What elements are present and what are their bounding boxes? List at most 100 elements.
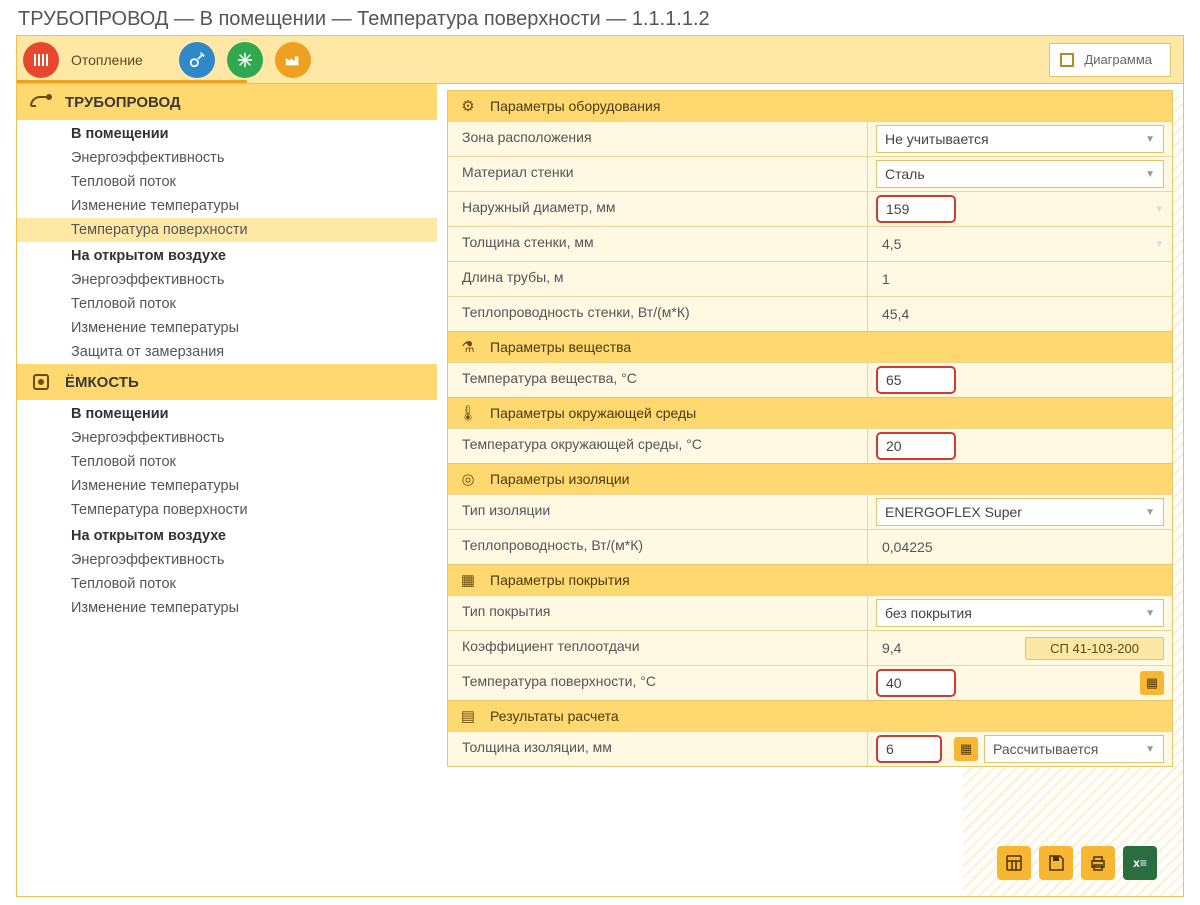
row-material: Материал стенки Сталь▼ bbox=[448, 156, 1172, 191]
tank-icon bbox=[27, 371, 55, 393]
group-indoor-2[interactable]: В помещении bbox=[17, 400, 437, 426]
sliders-icon: ⚙ bbox=[458, 97, 478, 115]
row-cover-type: Тип покрытия без покрытия▼ bbox=[448, 595, 1172, 630]
item-efficiency-4[interactable]: Энергоэффективность bbox=[17, 548, 437, 572]
group-outdoor-1[interactable]: На открытом воздухе bbox=[17, 242, 437, 268]
section-environment-label: Параметры окружающей среды bbox=[490, 405, 696, 421]
cat-pipeline[interactable]: ТРУБОПРОВОД bbox=[17, 84, 437, 120]
row-heat-transfer: Коэффициент теплоотдачи 9,4 СП 41-103-20… bbox=[448, 630, 1172, 665]
save-button[interactable] bbox=[1039, 846, 1073, 880]
label-surface-temp: Температура поверхности, °С bbox=[448, 666, 868, 700]
label-insul-type: Тип изоляции bbox=[448, 495, 868, 529]
item-tempchange-1[interactable]: Изменение температуры bbox=[17, 194, 437, 218]
item-heatflow-2[interactable]: Тепловой поток bbox=[17, 292, 437, 316]
tab-heating-icon[interactable] bbox=[23, 42, 59, 78]
value-wall-conductivity: 45,4 bbox=[868, 297, 1172, 331]
sidebar: ТРУБОПРОВОД В помещении Энергоэффективно… bbox=[17, 84, 437, 896]
section-results-label: Результаты расчета bbox=[490, 708, 619, 724]
page-title: ТРУБОПРОВОД — В помещении — Температура … bbox=[0, 0, 1200, 35]
calculate-button[interactable] bbox=[997, 846, 1031, 880]
section-equipment-label: Параметры оборудования bbox=[490, 98, 660, 114]
label-env-temp: Температура окружающей среды, °С bbox=[448, 429, 868, 463]
diagram-toggle[interactable]: Диаграмма bbox=[1049, 43, 1171, 77]
value-heat-transfer: 9,4 СП 41-103-200 bbox=[868, 631, 1172, 665]
diagram-checkbox[interactable] bbox=[1060, 53, 1074, 67]
thermometer-icon: 🌡 bbox=[458, 404, 478, 422]
app-frame: Отопление Диаграмма ТРУБОПРОВОД В bbox=[16, 35, 1184, 897]
item-heatflow-4[interactable]: Тепловой поток bbox=[17, 572, 437, 596]
item-heatflow-1[interactable]: Тепловой поток bbox=[17, 170, 437, 194]
export-excel-button[interactable]: x≡ bbox=[1123, 846, 1157, 880]
item-tempchange-2[interactable]: Изменение температуры bbox=[17, 316, 437, 340]
item-efficiency-1[interactable]: Энергоэффективность bbox=[17, 146, 437, 170]
label-wall-conductivity: Теплопроводность стенки, Вт/(м*К) bbox=[448, 297, 868, 331]
group-outdoor-2[interactable]: На открытом воздухе bbox=[17, 522, 437, 548]
item-heatflow-3[interactable]: Тепловой поток bbox=[17, 450, 437, 474]
label-heat-transfer: Коэффициент теплоотдачи bbox=[448, 631, 868, 665]
tab-cooling-icon[interactable] bbox=[227, 42, 263, 78]
input-subst-temp[interactable]: 65 bbox=[876, 366, 956, 394]
item-tempchange-4[interactable]: Изменение температуры bbox=[17, 596, 437, 620]
label-material: Материал стенки bbox=[448, 157, 868, 191]
item-freeze-1[interactable]: Защита от замерзания bbox=[17, 340, 437, 364]
label-length: Длина трубы, м bbox=[448, 262, 868, 296]
value-insul-cond: 0,04225 bbox=[868, 530, 1172, 564]
row-subst-temp: Температура вещества, °С 65 bbox=[448, 362, 1172, 397]
select-cover-type[interactable]: без покрытия▼ bbox=[876, 599, 1164, 627]
row-surface-temp: Температура поверхности, °С 40 ▦ bbox=[448, 665, 1172, 700]
property-grid: ⚙ Параметры оборудования Зона расположен… bbox=[447, 90, 1173, 767]
value-length[interactable]: 1 bbox=[868, 262, 1172, 296]
input-env-temp[interactable]: 20 bbox=[876, 432, 956, 460]
layers-icon: ▦ bbox=[458, 571, 478, 589]
label-insul-cond: Теплопроводность, Вт/(м*К) bbox=[448, 530, 868, 564]
select-zone[interactable]: Не учитывается▼ bbox=[876, 125, 1164, 153]
print-button[interactable] bbox=[1081, 846, 1115, 880]
tab-water-icon[interactable] bbox=[179, 42, 215, 78]
label-wall-thickness: Толщина стенки, мм bbox=[448, 227, 868, 261]
value-wall-thickness: 4,5▼ bbox=[868, 227, 1172, 261]
diagram-label: Диаграмма bbox=[1084, 52, 1152, 67]
cat-tank[interactable]: ЁМКОСТЬ bbox=[17, 364, 437, 400]
input-surface-temp[interactable]: 40 bbox=[876, 669, 956, 697]
item-efficiency-2[interactable]: Энергоэффективность bbox=[17, 268, 437, 292]
select-material[interactable]: Сталь▼ bbox=[876, 160, 1164, 188]
section-substance: ⚗ Параметры вещества bbox=[448, 331, 1172, 362]
toolbar: Отопление Диаграмма bbox=[17, 36, 1183, 84]
group-indoor-1[interactable]: В помещении bbox=[17, 120, 437, 146]
row-env-temp: Температура окружающей среды, °С 20 bbox=[448, 428, 1172, 463]
select-calc-mode[interactable]: Рассчитывается▼ bbox=[984, 735, 1164, 763]
section-insulation-label: Параметры изоляции bbox=[490, 471, 630, 487]
row-zone: Зона расположения Не учитывается▼ bbox=[448, 121, 1172, 156]
item-surfacetemp-1[interactable]: Температура поверхности bbox=[17, 218, 437, 242]
table-icon: ▤ bbox=[458, 707, 478, 725]
row-insul-type: Тип изоляции ENERGOFLEX Super▼ bbox=[448, 494, 1172, 529]
calc-small-icon[interactable]: ▦ bbox=[954, 737, 978, 761]
item-surfacetemp-2[interactable]: Температура поверхности bbox=[17, 498, 437, 522]
row-length: Длина трубы, м 1 bbox=[448, 261, 1172, 296]
section-equipment: ⚙ Параметры оборудования bbox=[448, 91, 1172, 121]
row-wall-thickness: Толщина стенки, мм 4,5▼ bbox=[448, 226, 1172, 261]
item-efficiency-3[interactable]: Энергоэффективность bbox=[17, 426, 437, 450]
cat-pipeline-label: ТРУБОПРОВОД bbox=[65, 94, 181, 111]
select-insul-type[interactable]: ENERGOFLEX Super▼ bbox=[876, 498, 1164, 526]
section-results: ▤ Результаты расчета bbox=[448, 700, 1172, 731]
item-tempchange-3[interactable]: Изменение температуры bbox=[17, 474, 437, 498]
tab-industry-icon[interactable] bbox=[275, 42, 311, 78]
input-insul-thickness[interactable]: 6 bbox=[876, 735, 942, 763]
section-cover-label: Параметры покрытия bbox=[490, 572, 630, 588]
label-diameter: Наружный диаметр, мм bbox=[448, 192, 868, 226]
row-wall-conductivity: Теплопроводность стенки, Вт/(м*К) 45,4 bbox=[448, 296, 1172, 331]
main-panel: ⚙ Параметры оборудования Зона расположен… bbox=[437, 84, 1183, 896]
pipeline-icon bbox=[27, 91, 55, 113]
cat-tank-label: ЁМКОСТЬ bbox=[65, 374, 139, 391]
tab-heating-label[interactable]: Отопление bbox=[71, 52, 143, 68]
section-insulation: ◎ Параметры изоляции bbox=[448, 463, 1172, 494]
row-insul-cond: Теплопроводность, Вт/(м*К) 0,04225 bbox=[448, 529, 1172, 564]
calc-icon[interactable]: ▦ bbox=[1140, 671, 1164, 695]
active-tab-underline bbox=[17, 80, 247, 83]
row-insul-thickness: Толщина изоляции, мм 6 ▦ Рассчитывается▼ bbox=[448, 731, 1172, 766]
label-subst-temp: Температура вещества, °С bbox=[448, 363, 868, 397]
input-diameter[interactable]: 159 bbox=[876, 195, 956, 223]
standard-button[interactable]: СП 41-103-200 bbox=[1025, 637, 1164, 660]
section-substance-label: Параметры вещества bbox=[490, 339, 631, 355]
